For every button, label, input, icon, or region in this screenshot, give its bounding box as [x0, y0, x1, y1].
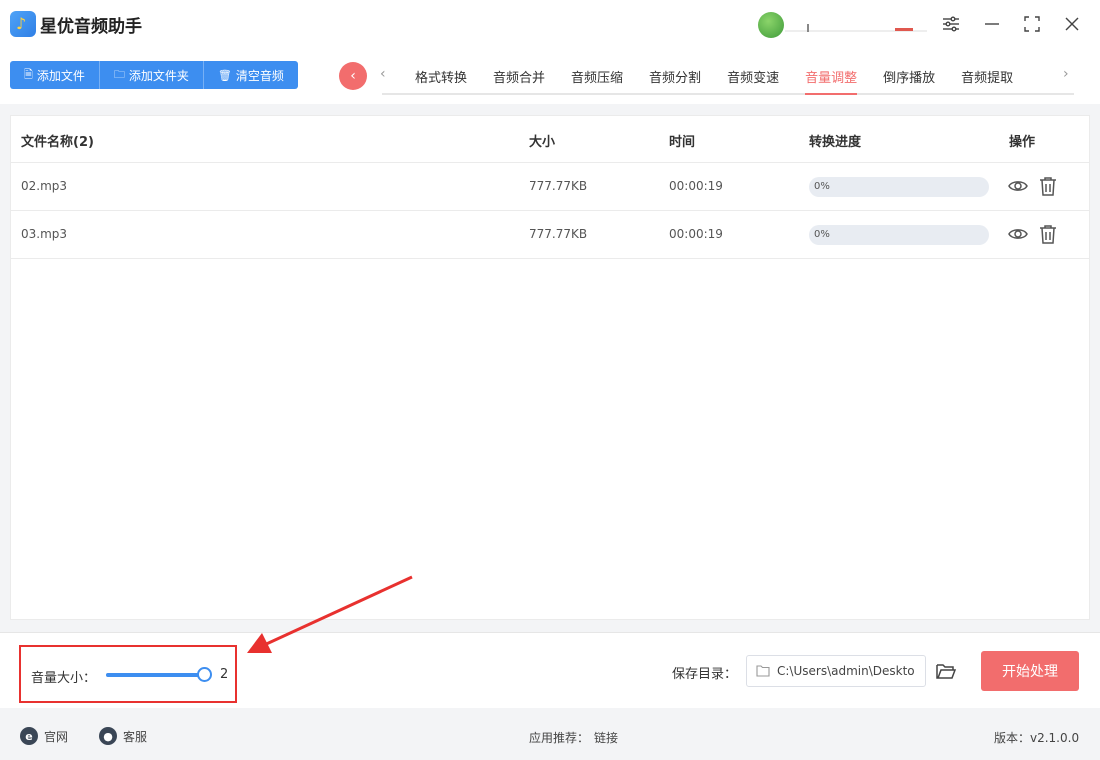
progress-text: 0%	[814, 181, 830, 192]
tab-reverse-play[interactable]: 倒序播放	[870, 58, 948, 94]
header-progress: 转换进度	[809, 135, 862, 150]
settings-panel: 音量大小： 2 保存目录： C:\Users\admin\Deskto 开始处理	[0, 632, 1100, 708]
delete-trash-icon[interactable]	[1037, 223, 1059, 245]
tabs-scroll-right-icon[interactable]: ›	[1063, 66, 1069, 82]
conversion-progress-bar: 0%	[809, 225, 989, 245]
function-tabs: 格式转换 音频合并 音频压缩 音频分割 音频变速 音量调整 倒序播放 音频提取	[402, 58, 1026, 95]
open-folder-icon[interactable]	[935, 661, 957, 685]
browser-e-icon: e	[20, 727, 38, 745]
maximize-icon[interactable]	[1018, 10, 1046, 38]
clear-audio-label: 清空音频	[235, 68, 284, 83]
file-table: 文件名称(2) 大小 时间 转换进度 操作 02.mp3 777.77KB 00…	[10, 115, 1090, 620]
conversion-progress-bar: 0%	[809, 177, 989, 197]
file-name: 02.mp3	[21, 179, 68, 193]
tab-audio-merge[interactable]: 音频合并	[480, 58, 558, 94]
table-row[interactable]: 02.mp3 777.77KB 00:00:19 0%	[11, 163, 1089, 211]
chevron-left-icon: ‹	[350, 68, 356, 84]
start-processing-button[interactable]: 开始处理	[981, 651, 1079, 691]
delete-trash-icon[interactable]	[1037, 175, 1059, 197]
back-button[interactable]: ‹	[339, 62, 367, 90]
website-link[interactable]: e 官网	[20, 727, 68, 745]
header-size: 大小	[529, 135, 556, 150]
volume-slider[interactable]	[106, 673, 204, 677]
recommend-link[interactable]: 链接	[594, 729, 618, 746]
user-avatar[interactable]	[758, 12, 784, 38]
file-name: 03.mp3	[21, 227, 68, 241]
support-link[interactable]: ● 客服	[99, 727, 147, 745]
add-folder-button[interactable]: 🗀 添加文件夹	[99, 61, 204, 89]
table-header: 文件名称(2) 大小 时间 转换进度 操作	[11, 116, 1089, 163]
tab-audio-speed[interactable]: 音频变速	[714, 58, 792, 94]
chat-bubble-icon: ●	[99, 727, 117, 745]
volume-slider-fill	[106, 673, 204, 677]
table-row[interactable]: 03.mp3 777.77KB 00:00:19 0%	[11, 211, 1089, 259]
volume-slider-handle[interactable]	[197, 667, 212, 682]
tab-audio-compress[interactable]: 音频压缩	[558, 58, 636, 94]
file-size: 777.77KB	[529, 227, 588, 241]
file-size: 777.77KB	[529, 179, 588, 193]
tabs-scroll-left-icon[interactable]: ‹	[380, 66, 386, 82]
toolbar: 🗎 添加文件 🗀 添加文件夹 🗑 清空音频	[10, 61, 298, 89]
header-time: 时间	[669, 135, 696, 150]
file-duration: 00:00:19	[669, 179, 723, 193]
settings-sliders-icon[interactable]	[937, 10, 965, 38]
progress-text: 0%	[814, 229, 830, 240]
preview-eye-icon[interactable]	[1007, 223, 1029, 245]
website-label: 官网	[44, 729, 69, 744]
app-logo: ♪	[10, 11, 36, 37]
save-dir-input[interactable]: C:\Users\admin\Deskto	[746, 655, 926, 687]
tab-volume-adjust[interactable]: 音量调整	[792, 58, 870, 95]
volume-label: 音量大小：	[31, 671, 97, 686]
app-title: 星优音频助手	[40, 17, 142, 37]
save-dir-label: 保存目录：	[672, 667, 738, 682]
add-file-button[interactable]: 🗎 添加文件	[10, 61, 100, 89]
version-text: 版本：v2.1.0.0	[994, 731, 1080, 745]
close-icon[interactable]	[1058, 10, 1086, 38]
save-dir-path: C:\Users\admin\Deskto	[777, 664, 915, 678]
folder-icon: 🗀	[113, 67, 125, 81]
folder-outline-icon	[756, 664, 770, 681]
user-info-redacted	[785, 14, 927, 32]
recommend-label: 应用推荐：	[529, 731, 590, 745]
tab-audio-split[interactable]: 音频分割	[636, 58, 714, 94]
title-bar: ♪ 星优音频助手	[0, 0, 1100, 48]
header-actions: 操作	[1009, 135, 1036, 150]
preview-eye-icon[interactable]	[1007, 175, 1029, 197]
tab-audio-extract[interactable]: 音频提取	[948, 58, 1026, 94]
file-duration: 00:00:19	[669, 227, 723, 241]
header-file-name: 文件名称(2)	[21, 135, 94, 150]
add-file-label: 添加文件	[36, 68, 85, 83]
support-label: 客服	[123, 729, 148, 744]
file-icon: 🗎	[24, 67, 33, 81]
add-folder-label: 添加文件夹	[128, 68, 189, 83]
trash-icon: 🗑	[217, 68, 232, 82]
footer: e 官网 ● 客服 应用推荐： 链接 版本：v2.1.0.0	[0, 708, 1100, 760]
tab-format-convert[interactable]: 格式转换	[402, 58, 480, 94]
volume-value: 2	[220, 667, 229, 682]
minimize-icon[interactable]	[978, 10, 1006, 38]
clear-audio-button[interactable]: 🗑 清空音频	[203, 61, 298, 89]
